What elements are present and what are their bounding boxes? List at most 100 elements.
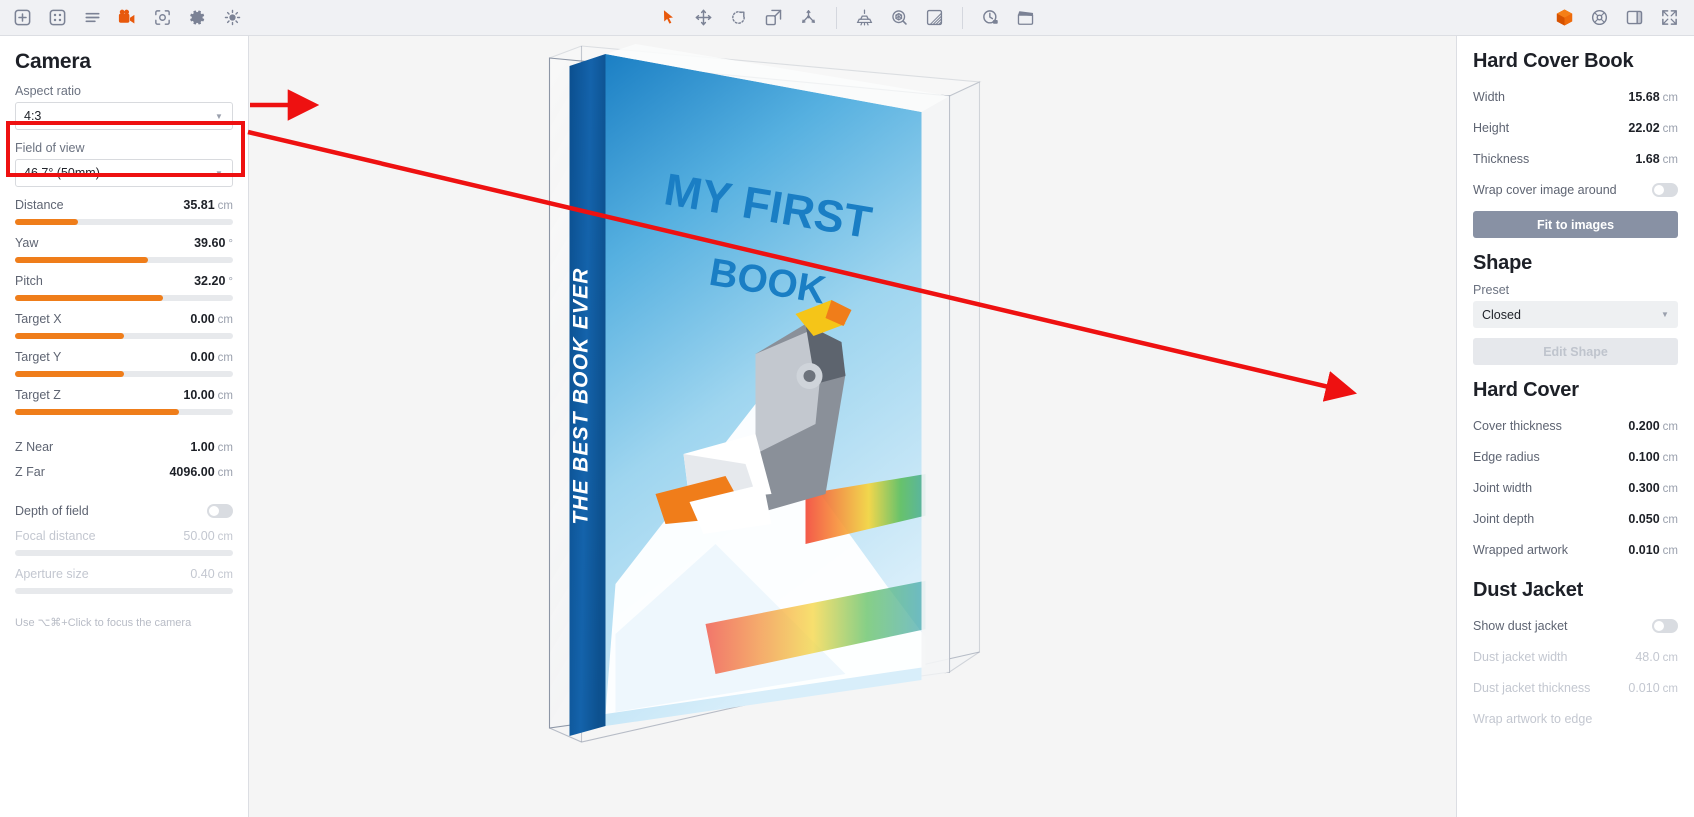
target-y-unit: cm	[217, 352, 233, 364]
height-value[interactable]: 22.02	[1628, 121, 1659, 135]
field-of-view-value: 46.7° (50mm)	[24, 166, 100, 180]
gradient-icon[interactable]	[918, 3, 951, 33]
rotate-icon[interactable]	[722, 3, 755, 33]
wrapped-artwork-row: Wrapped artwork 0.010 cm	[1473, 534, 1678, 565]
height-unit: cm	[1662, 122, 1678, 135]
depth-of-field-row: Depth of field	[15, 504, 233, 518]
camera-video-icon[interactable]	[111, 3, 144, 33]
aperture-size-row: Aperture size 0.40 cm	[15, 567, 233, 594]
joint-width-value[interactable]: 0.300	[1628, 481, 1659, 495]
add-icon[interactable]	[6, 3, 39, 33]
focal-distance-value: 50.00	[183, 529, 215, 543]
wrap-artwork-to-edge-row: Wrap artwork to edge	[1473, 703, 1678, 734]
focal-distance-unit: cm	[217, 531, 233, 543]
cube-3d-icon[interactable]	[1548, 3, 1581, 33]
move-icon[interactable]	[687, 3, 720, 33]
toolbar-separator-2	[962, 6, 963, 29]
toolbar-right-group	[1548, 3, 1694, 33]
wrapped-artwork-unit: cm	[1662, 544, 1678, 557]
distribute-icon[interactable]	[792, 3, 825, 33]
thickness-value[interactable]: 1.68	[1635, 152, 1659, 166]
target-y-slider[interactable]	[15, 371, 233, 377]
z-far-label: Z Far	[15, 465, 45, 479]
list-icon[interactable]	[76, 3, 109, 33]
distance-unit: cm	[217, 200, 233, 212]
z-near-row: Z Near 1.00 cm	[15, 440, 233, 454]
pitch-label: Pitch	[15, 274, 43, 288]
aspect-ratio-value: 4:3	[24, 109, 42, 123]
panel-toggle-icon[interactable]	[1618, 3, 1651, 33]
gear-icon[interactable]	[181, 3, 214, 33]
cover-thickness-value[interactable]: 0.200	[1628, 419, 1659, 433]
aperture-size-unit: cm	[217, 569, 233, 581]
inspector-panel: Hard Cover Book Width 15.68 cm Height 22.…	[1456, 36, 1694, 817]
chevron-down-icon: ▼	[215, 168, 223, 178]
light-bulb-icon[interactable]	[216, 3, 249, 33]
edge-radius-value[interactable]: 0.100	[1628, 450, 1659, 464]
render-canvas[interactable]: THE BEST BOOK EVER MY FIRST BOOK	[249, 36, 1456, 817]
grid-icon[interactable]	[41, 3, 74, 33]
render-icon[interactable]	[1583, 3, 1616, 33]
focus-icon[interactable]	[146, 3, 179, 33]
hard-cover-title: Hard Cover	[1473, 379, 1579, 401]
width-unit: cm	[1662, 91, 1678, 104]
yaw-unit: °	[228, 238, 233, 250]
pitch-slider[interactable]	[15, 295, 233, 301]
joint-depth-value[interactable]: 0.050	[1628, 512, 1659, 526]
aperture-size-slider	[15, 588, 233, 594]
height-row: Height 22.02 cm	[1473, 112, 1678, 143]
wrapped-artwork-value[interactable]: 0.010	[1628, 543, 1659, 557]
show-dust-jacket-toggle[interactable]	[1652, 618, 1678, 633]
edge-radius-row: Edge radius 0.100 cm	[1473, 441, 1678, 472]
distance-slider[interactable]	[15, 219, 233, 225]
aspect-ratio-label: Aspect ratio	[15, 84, 82, 98]
wrapped-artwork-label: Wrapped artwork	[1473, 542, 1568, 557]
target-z-value: 10.00	[183, 388, 215, 402]
dust-jacket-width-row: Dust jacket width 48.0 cm	[1473, 641, 1678, 672]
target-z-unit: cm	[217, 390, 233, 402]
wrap-cover-toggle[interactable]	[1652, 182, 1678, 197]
target-z-slider[interactable]	[15, 409, 233, 415]
pitch-unit: °	[228, 276, 233, 288]
3d-viewport[interactable]: THE BEST BOOK EVER MY FIRST BOOK	[249, 36, 1456, 817]
cursor-select-icon[interactable]	[652, 3, 685, 33]
field-of-view-field: Field of view 46.7° (50mm) ▼	[15, 141, 233, 187]
target-x-slider[interactable]	[15, 333, 233, 339]
field-of-view-select[interactable]: 46.7° (50mm) ▼	[15, 159, 233, 187]
chevron-down-icon: ▼	[215, 111, 223, 121]
depth-of-field-toggle[interactable]	[207, 504, 233, 518]
target-x-slider-row: Target X 0.00 cm	[15, 312, 233, 339]
yaw-slider-row: Yaw 39.60 °	[15, 236, 233, 263]
yaw-value: 39.60	[194, 236, 226, 250]
z-near-unit: cm	[217, 442, 233, 454]
main-body: Camera Aspect ratio 4:3 ▼ Field of view …	[0, 36, 1694, 817]
top-toolbar	[0, 0, 1694, 36]
fullscreen-icon[interactable]	[1653, 3, 1686, 33]
target-x-value: 0.00	[190, 312, 215, 326]
width-label: Width	[1473, 89, 1505, 104]
cover-thickness-row: Cover thickness 0.200 cm	[1473, 410, 1678, 441]
cover-thickness-label: Cover thickness	[1473, 418, 1562, 433]
environment-icon[interactable]	[883, 3, 916, 33]
chevron-down-icon: ▼	[1661, 310, 1669, 319]
history-icon[interactable]	[974, 3, 1007, 33]
distance-label: Distance	[15, 198, 64, 212]
edge-radius-unit: cm	[1662, 451, 1678, 464]
dust-jacket-width-label: Dust jacket width	[1473, 649, 1568, 664]
yaw-slider[interactable]	[15, 257, 233, 263]
light-source-icon[interactable]	[848, 3, 881, 33]
z-far-unit: cm	[217, 467, 233, 479]
pitch-value: 32.20	[194, 274, 226, 288]
width-value[interactable]: 15.68	[1628, 90, 1659, 104]
target-z-slider-row: Target Z 10.00 cm	[15, 388, 233, 415]
z-near-label: Z Near	[15, 440, 54, 454]
show-dust-jacket-row: Show dust jacket	[1473, 610, 1678, 641]
scale-icon[interactable]	[757, 3, 790, 33]
fit-to-images-button[interactable]: Fit to images	[1473, 211, 1678, 238]
application-window: Camera Aspect ratio 4:3 ▼ Field of view …	[0, 0, 1694, 817]
shape-preset-select[interactable]: Closed ▼	[1473, 301, 1678, 328]
field-of-view-label: Field of view	[15, 141, 85, 155]
focal-distance-label: Focal distance	[15, 529, 96, 543]
film-clapper-icon[interactable]	[1009, 3, 1042, 33]
aspect-ratio-select[interactable]: 4:3 ▼	[15, 102, 233, 130]
